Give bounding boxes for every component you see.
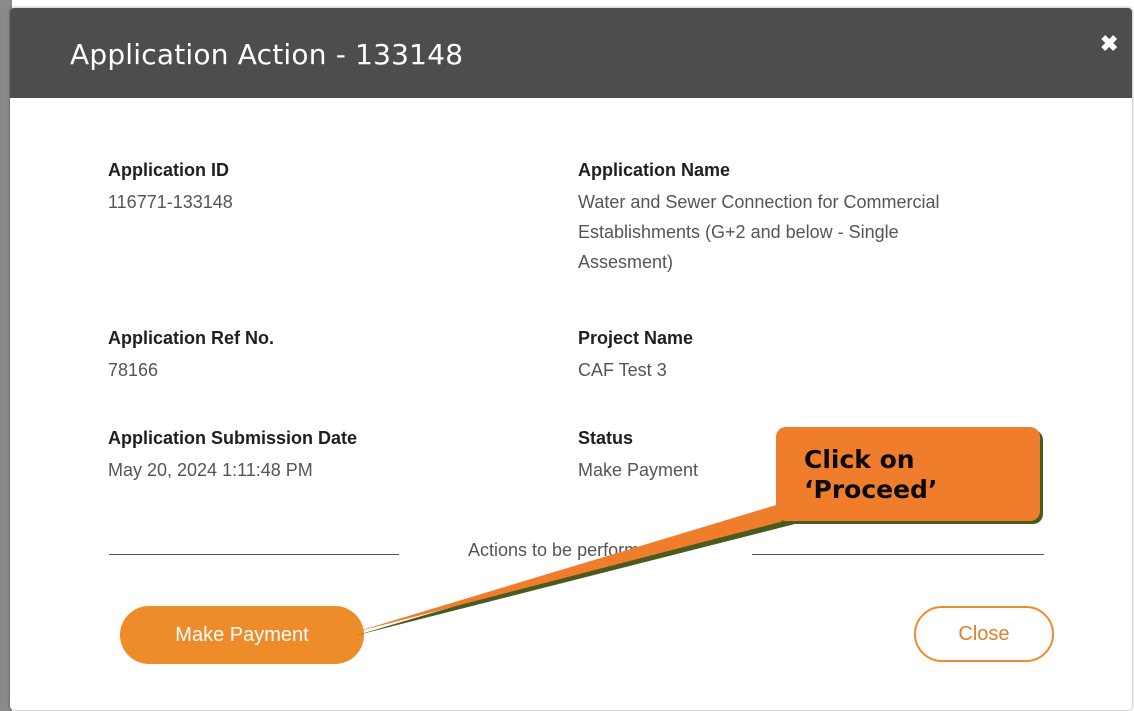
callout-line-2: ‘Proceed’: [804, 475, 938, 504]
callout-text: Click on ‘Proceed’: [804, 445, 937, 505]
callout-pointer: [352, 490, 842, 636]
instruction-callout: Click on ‘Proceed’: [776, 427, 1040, 521]
callout-line-1: Click on: [804, 445, 915, 474]
callout-pointer-arrow: [352, 490, 838, 633]
